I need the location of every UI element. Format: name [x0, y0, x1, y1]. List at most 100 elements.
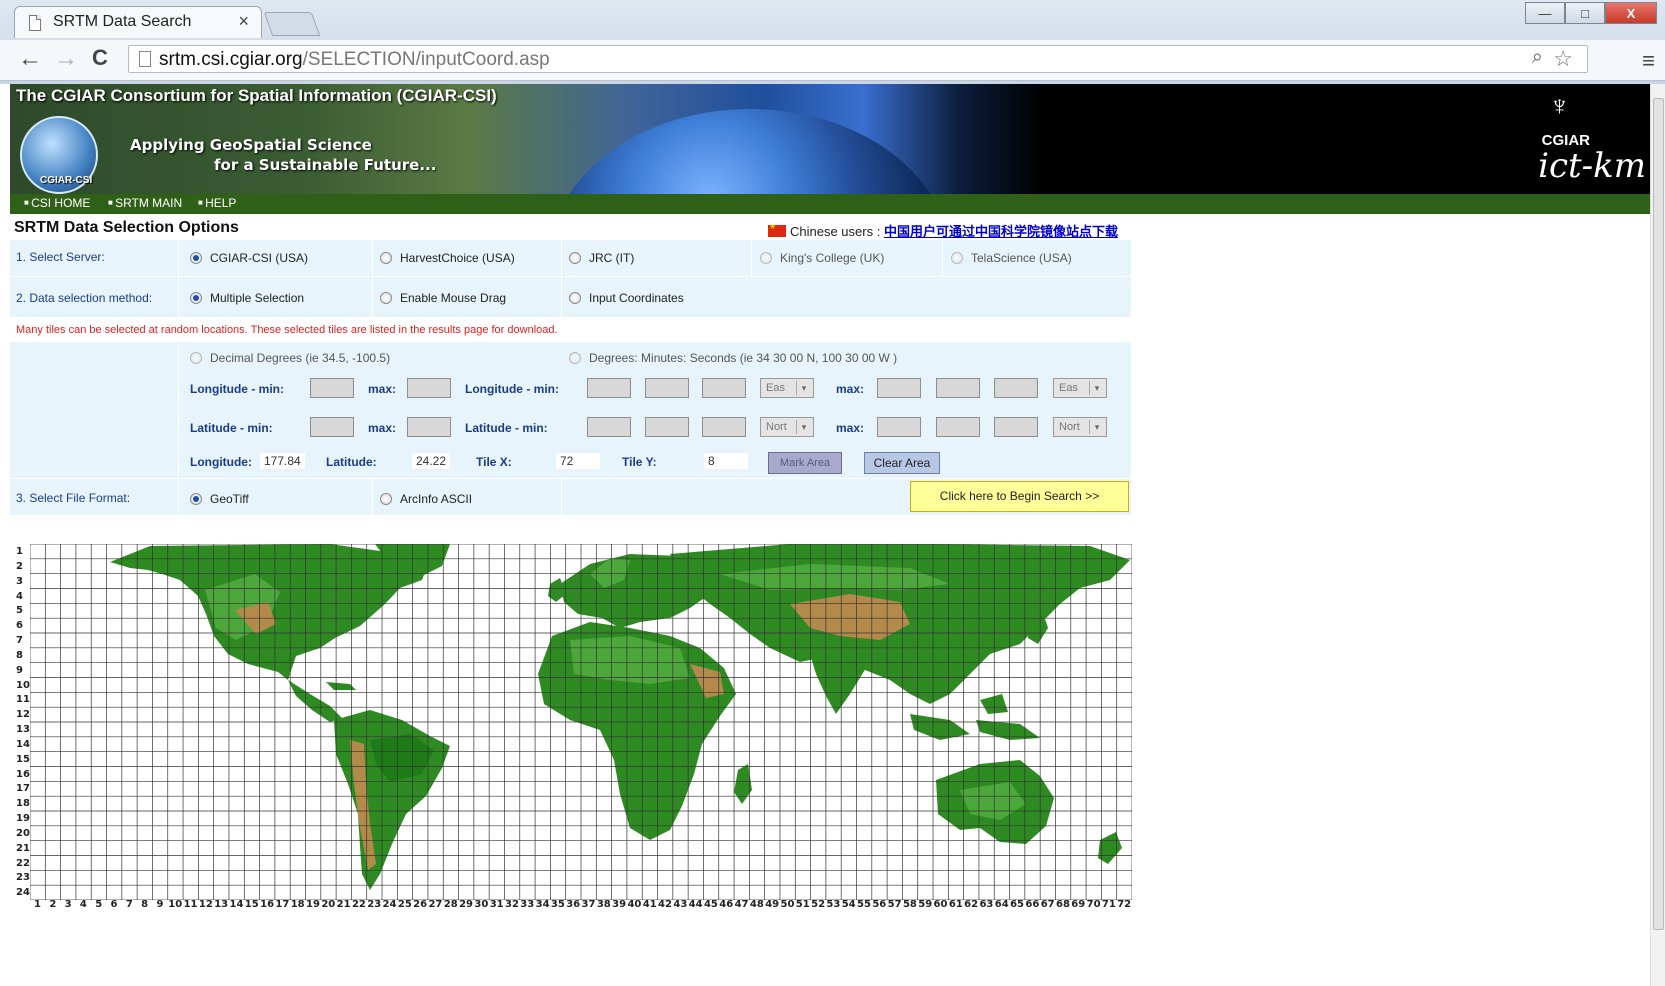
dms-lat-max-ns-select[interactable]: Nort ▾	[1053, 417, 1107, 437]
column-label: 32	[505, 899, 519, 910]
column-label: 31	[489, 899, 504, 910]
decimal-lon-min-input[interactable]	[310, 378, 354, 398]
tile-x-value: 72	[556, 453, 600, 469]
dms-option[interactable]: Degrees: Minutes: Seconds (ie 34 30 00 N…	[569, 351, 897, 365]
column-label: 56	[872, 899, 887, 910]
method-input-coordinates[interactable]: Input Coordinates	[569, 291, 684, 305]
column-label: 64	[994, 899, 1009, 910]
column-label: 18	[290, 899, 305, 910]
column-label: 60	[933, 899, 948, 910]
chinese-mirror-link[interactable]: 中国用户可通过中国科学院镜像站点下载	[884, 224, 1118, 239]
nav-srtm-main[interactable]: SRTM MAIN	[108, 196, 182, 210]
dms-lon-min-min[interactable]	[645, 378, 689, 398]
dms-lon-min-sec[interactable]	[702, 378, 746, 398]
earth-image	[550, 109, 950, 194]
dms-lat-min-deg[interactable]	[587, 417, 631, 437]
column-label: 6	[110, 899, 118, 910]
dms-lat-max-sec[interactable]	[994, 417, 1038, 437]
column-label: 34	[535, 899, 550, 910]
tab-close-icon[interactable]: ×	[238, 11, 249, 32]
chevron-down-icon: ▾	[1089, 420, 1104, 434]
dms-lon-max-deg[interactable]	[877, 378, 921, 398]
server-option-jrc[interactable]: JRC (IT)	[569, 251, 634, 265]
world-map[interactable]	[30, 544, 1132, 900]
row-label: 11	[16, 694, 30, 706]
column-label: 69	[1071, 899, 1086, 910]
forward-arrow-icon[interactable]: →	[54, 45, 78, 73]
address-bar[interactable]: srtm.csi.cgiar.org/SELECTION/inputCoord.…	[128, 45, 1588, 73]
dms-lon-max-ew-select[interactable]: Eas ▾	[1053, 378, 1107, 398]
dms-lat-min-sec[interactable]	[702, 417, 746, 437]
column-label: 44	[688, 899, 703, 910]
bookmark-star-icon[interactable]: ☆	[1553, 46, 1573, 72]
page-icon	[29, 15, 41, 31]
column-label: 28	[443, 899, 458, 910]
row-label: 13	[16, 724, 30, 735]
decimal-lat-min-input[interactable]	[310, 417, 354, 437]
clear-area-button[interactable]: Clear Area	[864, 452, 940, 474]
server-option-telascience[interactable]: TelaScience (USA)	[951, 251, 1072, 265]
reload-icon[interactable]: C	[92, 45, 108, 71]
radio-icon	[951, 252, 963, 264]
nav-help[interactable]: HELP	[198, 196, 236, 210]
minimize-button[interactable]: —	[1525, 2, 1565, 24]
page-info-icon[interactable]	[139, 51, 151, 67]
column-label: 43	[673, 899, 688, 910]
method-mouse-drag[interactable]: Enable Mouse Drag	[380, 291, 506, 305]
server-option-harvestchoice[interactable]: HarvestChoice (USA)	[380, 251, 515, 265]
scrollbar-thumb[interactable]	[1653, 98, 1664, 930]
column-label: 5	[95, 899, 103, 910]
column-label: 47	[734, 899, 749, 910]
nav-csi-home[interactable]: CSI HOME	[24, 196, 90, 210]
column-label: 10	[168, 899, 183, 910]
tile-selection-map[interactable]: 1 2 3 4 5 6 7 8 9 10 11 12 13 14 15 16 17 18 19 20 21 22 23 24 …	[14, 544, 1132, 914]
column-label: 20	[321, 899, 336, 910]
column-label: 12	[198, 899, 213, 910]
dms-lon-min-ew-select[interactable]: Eas ▾	[760, 378, 814, 398]
dms-lon-max-min[interactable]	[936, 378, 980, 398]
banner-tagline-2: for a Sustainable Future...	[214, 156, 437, 174]
column-label: 41	[642, 899, 657, 910]
new-tab-button[interactable]	[263, 12, 321, 36]
decimal-lon-max-label: max:	[368, 382, 397, 396]
radio-icon	[760, 252, 772, 264]
decimal-lat-max-input[interactable]	[407, 417, 451, 437]
format-arcinfo-ascii[interactable]: ArcInfo ASCII	[380, 492, 472, 506]
dms-lat-max-min[interactable]	[936, 417, 980, 437]
menu-icon[interactable]: ≡	[1642, 48, 1655, 74]
maximize-button[interactable]: □	[1565, 2, 1605, 24]
server-option-cgiar[interactable]: CGIAR-CSI (USA)	[190, 251, 308, 265]
column-label: 51	[795, 899, 810, 910]
column-label: 13	[214, 899, 229, 910]
mark-area-button[interactable]: Mark Area	[768, 452, 842, 474]
dms-lon-max-sec[interactable]	[994, 378, 1038, 398]
dms-lat-min-min[interactable]	[645, 417, 689, 437]
zoom-icon[interactable]: ⌕	[1532, 46, 1543, 69]
method-multiple-selection[interactable]: Multiple Selection	[190, 291, 304, 305]
column-label: 45	[703, 899, 718, 910]
column-label: 61	[948, 899, 963, 910]
column-label: 37	[581, 899, 596, 910]
back-arrow-icon[interactable]: ←	[18, 45, 42, 73]
url-path: /SELECTION/inputCoord.asp	[302, 49, 550, 70]
radio-icon	[380, 493, 392, 505]
server-label: 1. Select Server:	[16, 250, 105, 264]
decimal-degrees-option[interactable]: Decimal Degrees (ie 34.5, -100.5)	[190, 351, 390, 365]
decimal-lon-max-input[interactable]	[407, 378, 451, 398]
format-geotiff[interactable]: GeoTiff	[190, 492, 249, 506]
dms-lon-min-deg[interactable]	[587, 378, 631, 398]
cgiar-csi-logo[interactable]: CGIAR-CSI	[20, 116, 98, 194]
dms-lat-max-deg[interactable]	[877, 417, 921, 437]
row-label: 23	[16, 872, 30, 884]
column-label: 70	[1086, 899, 1101, 910]
selection-warning: Many tiles can be selected at random loc…	[16, 324, 558, 336]
begin-search-button[interactable]: Click here to Begin Search >>	[910, 481, 1129, 512]
column-label: 72	[1117, 899, 1132, 910]
column-label: 9	[156, 899, 164, 910]
close-window-button[interactable]: X	[1605, 2, 1657, 24]
server-option-kings-college[interactable]: King's College (UK)	[760, 251, 884, 265]
decimal-lon-min-label: Longitude - min:	[190, 382, 284, 396]
page-scrollbar[interactable]	[1650, 84, 1665, 986]
dms-lat-min-ns-select[interactable]: Nort ▾	[760, 417, 814, 437]
browser-tab[interactable]: SRTM Data Search ×	[14, 6, 262, 38]
